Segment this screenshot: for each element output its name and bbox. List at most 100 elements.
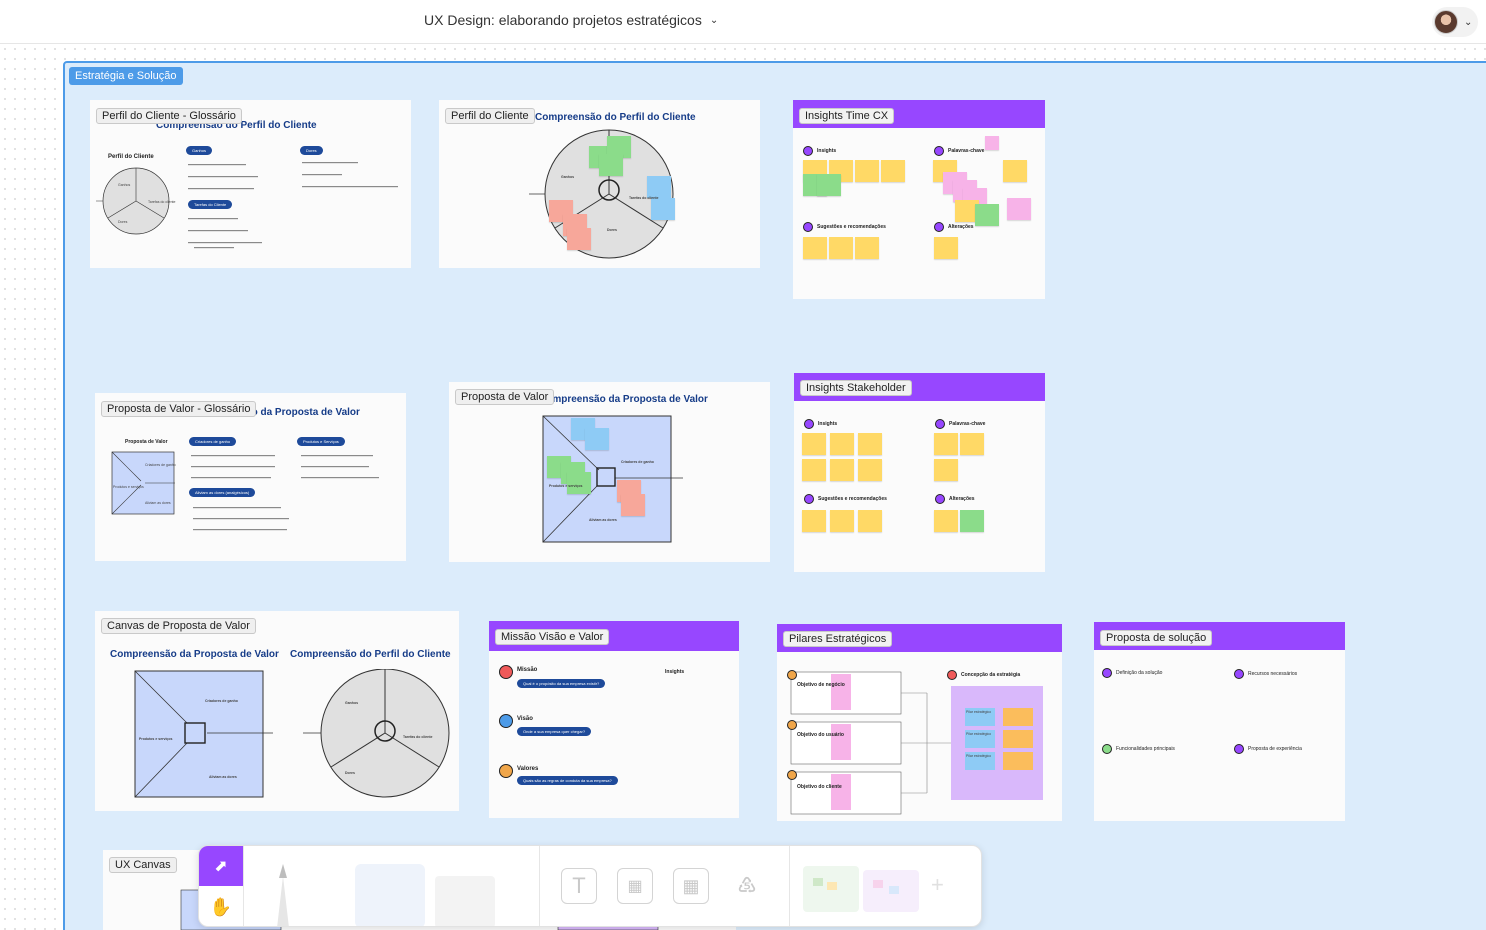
features-icon (1102, 744, 1112, 754)
segment-label: Produtos e serviços (139, 737, 173, 741)
segment-label: Produtos e serviços (113, 485, 144, 489)
plus-icon: + (931, 872, 944, 897)
frame-proposta-valor[interactable]: Compreensão da Proposta de Valor Criador… (449, 382, 770, 562)
glossary-pill: Ganhos (186, 146, 213, 155)
frame-proposta-glossario[interactable]: Compreensão da Proposta de Valor Propost… (95, 393, 406, 561)
objective-icon (787, 720, 797, 730)
segment-label: Aliviam as dores (209, 775, 237, 779)
frame-label[interactable]: Proposta de solução (1100, 630, 1213, 646)
heart-icon (499, 665, 513, 679)
pillar-label: Pilar estratégico (966, 754, 992, 758)
frame-proposta-solucao[interactable]: Definição da solução Recursos necessário… (1094, 622, 1345, 821)
frame-perfil-glossario[interactable]: Compreensão do Perfil do Cliente Perfil … (90, 100, 411, 268)
frame-label[interactable]: Perfil do Cliente (445, 108, 535, 124)
segment-label: Aliviam as dores (589, 518, 617, 522)
vision-heading: Visão (517, 716, 533, 722)
segment-label: Dores (607, 228, 617, 232)
quadrant-heading: Insights (818, 421, 838, 427)
templates-preview-icon (803, 866, 919, 912)
key-icon (934, 146, 944, 156)
frame-label[interactable]: Pilares Estratégicos (783, 631, 893, 647)
segment-label: Ganhos (561, 175, 575, 179)
frame-title-right: Compreensão do Perfil do Cliente (290, 649, 451, 660)
solution-item: Funcionalidades principais (1116, 746, 1175, 752)
chevron-down-icon: ⌄ (709, 14, 719, 26)
account-menu[interactable]: ⌄ (1432, 7, 1478, 37)
strategy-icon (947, 670, 957, 680)
glossary-pill: Criadores de ganho (189, 437, 237, 446)
glossary-text-lines (188, 162, 398, 249)
frame-canvas-proposta-valor[interactable]: Compreensão da Proposta de Valor Compree… (95, 611, 459, 811)
solution-icon (1102, 668, 1112, 678)
segment-label: Tarefas do cliente (629, 196, 659, 200)
segment-label: Ganhos (118, 183, 131, 187)
segment-label: Criadores de ganho (621, 460, 654, 464)
frame-subtitle: Proposta de Valor (125, 439, 168, 445)
hand-tool[interactable]: ✋ (199, 886, 243, 926)
frame-label[interactable]: Missão Visão e Valor (495, 629, 610, 645)
frame-title-left: Compreensão da Proposta de Valor (110, 649, 279, 660)
quadrant-heading: Sugestões e recomendações (817, 224, 886, 230)
frame-perfil-cliente[interactable]: Compreensão do Perfil do Cliente Ganhos … (439, 100, 760, 268)
frame-label[interactable]: Proposta de Valor (455, 389, 555, 405)
frame-insights-stakeholder[interactable]: Insights Palavras-chave Sugestões e reco… (794, 373, 1045, 572)
vision-question: Onde a sua empresa quer chegar? (517, 727, 592, 736)
pen-tools-icon (277, 864, 495, 926)
segment-label: Tarefas do cliente (403, 735, 433, 739)
bottom-toolbar: ⬈ ✋ T ▦ ▦ ♷ + (198, 845, 982, 927)
value-map-square (111, 451, 175, 515)
templates-tool[interactable] (803, 860, 923, 918)
document-title-dropdown[interactable]: UX Design: elaborando projetos estratégi… (424, 12, 718, 28)
resources-icon (1234, 669, 1244, 679)
section-label[interactable]: Estratégia e Solução (69, 67, 183, 85)
frame-title: Compreensão da Proposta de Valor (539, 394, 708, 405)
table-tool[interactable]: ▦ (673, 868, 709, 904)
quadrant-heading: Palavras-chave (949, 421, 986, 427)
drawing-tools[interactable] (245, 846, 535, 926)
select-tool[interactable]: ⬈ (199, 846, 243, 886)
frame-pilares-estrategicos[interactable]: Objetivo de negócio Objetivo do usuário … (777, 624, 1062, 821)
value-map-square (134, 670, 273, 798)
toolbar-divider (539, 846, 540, 926)
frame-label[interactable]: Insights Time CX (799, 108, 895, 124)
stamp-tool[interactable]: ♷ (729, 868, 765, 904)
frame-title: Compreensão do Perfil do Cliente (535, 112, 696, 123)
objective-icon (787, 670, 797, 680)
frame-label[interactable]: UX Canvas (109, 857, 177, 873)
pillar-label: Pilar estratégico (966, 710, 992, 714)
values-question: Quais são as regras de conduta da sua em… (517, 776, 618, 785)
solution-item: Recursos necessários (1248, 671, 1298, 677)
chevron-down-icon: ⌄ (1464, 16, 1473, 28)
glossary-pill: Produtos e Serviços (297, 437, 345, 446)
quadrant-heading: Sugestões e recomendações (818, 496, 887, 502)
cursor-arrow-icon: ⬈ (214, 858, 228, 875)
mission-heading: Missão (517, 667, 538, 673)
more-templates-button[interactable]: + (931, 872, 944, 898)
glossary-pill: Dores (300, 146, 323, 155)
suggestion-icon (803, 222, 813, 232)
quadrant-heading: Alterações (948, 224, 974, 230)
frame-subtitle: Perfil do Cliente (108, 154, 154, 160)
values-heading: Valores (517, 766, 539, 772)
hand-icon: ✋ (209, 896, 233, 917)
frame-label[interactable]: Perfil do Cliente - Glossário (96, 108, 242, 124)
segment-label: Criadores de ganho (145, 463, 176, 467)
segment-label: Dores (345, 771, 355, 775)
frame-label[interactable]: Canvas de Proposta de Valor (101, 618, 256, 634)
toolbar-divider (789, 846, 790, 926)
segment-label: Dores (118, 220, 128, 224)
frame-missao-visao-valor[interactable]: Missão Qual é o propósito da sua empresa… (489, 621, 739, 818)
objective-label: Objetivo do cliente (797, 784, 842, 790)
quadrant-heading: Palavras-chave (948, 148, 985, 154)
insights-heading: Insights (665, 669, 685, 675)
frame-label[interactable]: Proposta de Valor - Glossário (101, 401, 257, 417)
objective-label: Objetivo do usuário (797, 732, 844, 738)
pillar-label: Pilar estratégico (966, 732, 992, 736)
strategy-heading: Concepção da estratégia (961, 672, 1021, 678)
frame-tool[interactable]: ▦ (617, 868, 653, 904)
frame-insights-time-cx[interactable]: Insights Palavras-chave Sugestões e reco… (793, 100, 1045, 299)
text-tool[interactable]: T (561, 868, 597, 904)
key-icon (935, 419, 945, 429)
frame-label[interactable]: Insights Stakeholder (800, 380, 912, 396)
quadrant-heading: Insights (817, 148, 837, 154)
